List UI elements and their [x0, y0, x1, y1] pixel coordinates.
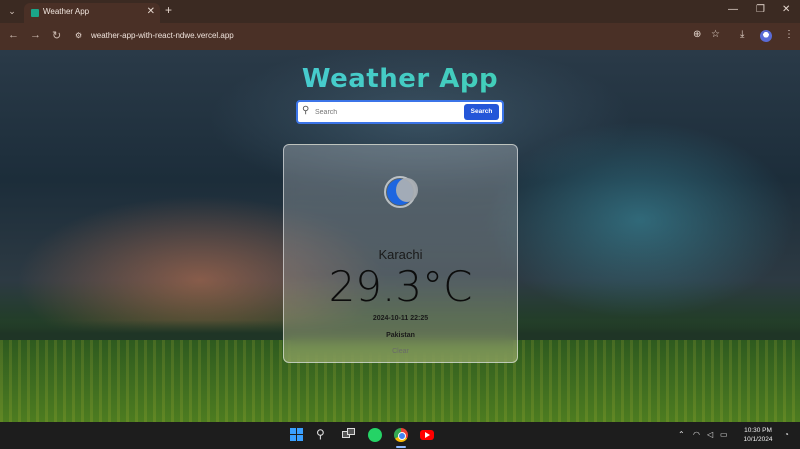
- bookmark-star-icon[interactable]: ☆: [711, 29, 720, 40]
- tab-close-icon[interactable]: ✕: [147, 6, 155, 17]
- search-icon: ⚲: [302, 105, 310, 116]
- search-button[interactable]: Search: [464, 104, 499, 120]
- active-app-indicator: [396, 446, 406, 448]
- zoom-icon[interactable]: ⊕: [693, 29, 701, 40]
- download-icon[interactable]: ⤓: [740, 29, 744, 40]
- window-close-button[interactable]: ✕: [782, 4, 790, 15]
- profile-avatar[interactable]: [760, 30, 772, 42]
- local-datetime: 2024-10-11 22:25: [372, 315, 429, 322]
- task-view-icon[interactable]: [342, 428, 356, 442]
- search-input[interactable]: [315, 105, 455, 119]
- weather-condition: Clear: [392, 348, 409, 355]
- system-clock[interactable]: 10:30 PM 10/1/2024: [736, 426, 780, 444]
- reload-button[interactable]: ↻: [52, 29, 61, 42]
- maximize-button[interactable]: ❐: [756, 4, 765, 15]
- tab-title: Weather App: [43, 7, 90, 16]
- browser-tab[interactable]: Weather App ✕: [24, 3, 160, 23]
- page-viewport: Weather App ⚲ Search Karachi 29.3°C 2024…: [0, 50, 800, 422]
- volume-icon[interactable]: ◁: [707, 430, 713, 439]
- city-name: Karachi: [378, 247, 423, 262]
- clock-date: 10/1/2024: [743, 436, 773, 443]
- search-bar: ⚲ Search: [296, 100, 504, 124]
- minimize-button[interactable]: —: [728, 4, 738, 15]
- notification-bell-icon[interactable]: ◔: [784, 430, 789, 439]
- address-bar: ← → ↻ ⚙ weather-app-with-react-ndwe.verc…: [0, 23, 800, 50]
- windows-start-icon[interactable]: [290, 428, 304, 442]
- forward-button[interactable]: →: [30, 29, 41, 41]
- youtube-icon[interactable]: [420, 430, 434, 440]
- moon-icon: [384, 176, 418, 208]
- country-name: Pakistan: [386, 332, 415, 339]
- whatsapp-icon[interactable]: [368, 428, 382, 442]
- weather-card: Karachi 29.3°C 2024-10-11 22:25 Pakistan…: [283, 144, 518, 363]
- battery-icon[interactable]: ▭: [720, 430, 728, 439]
- app-title: Weather App: [0, 64, 800, 94]
- taskbar: ⚲ ⌃ ◠ ◁ ▭ 10:30 PM 10/1/2024 ◔: [0, 422, 800, 449]
- menu-icon[interactable]: ⋮: [784, 29, 794, 40]
- chrome-icon[interactable]: [394, 428, 408, 442]
- back-button[interactable]: ←: [8, 29, 19, 41]
- site-info-icon[interactable]: ⚙: [75, 31, 85, 41]
- chevron-up-icon[interactable]: ⌃: [678, 430, 685, 439]
- favicon-icon: [31, 9, 39, 17]
- new-tab-button[interactable]: +: [165, 3, 172, 17]
- temperature: 29.3°C: [328, 262, 473, 311]
- tab-search-icon[interactable]: ⌄: [6, 5, 18, 17]
- browser-tab-bar: ⌄ Weather App ✕ + — ❐ ✕: [0, 0, 800, 23]
- clock-time: 10:30 PM: [744, 427, 772, 434]
- search-icon[interactable]: ⚲: [316, 427, 330, 441]
- url-field[interactable]: weather-app-with-react-ndwe.vercel.app: [91, 31, 234, 40]
- wifi-icon[interactable]: ◠: [693, 430, 700, 439]
